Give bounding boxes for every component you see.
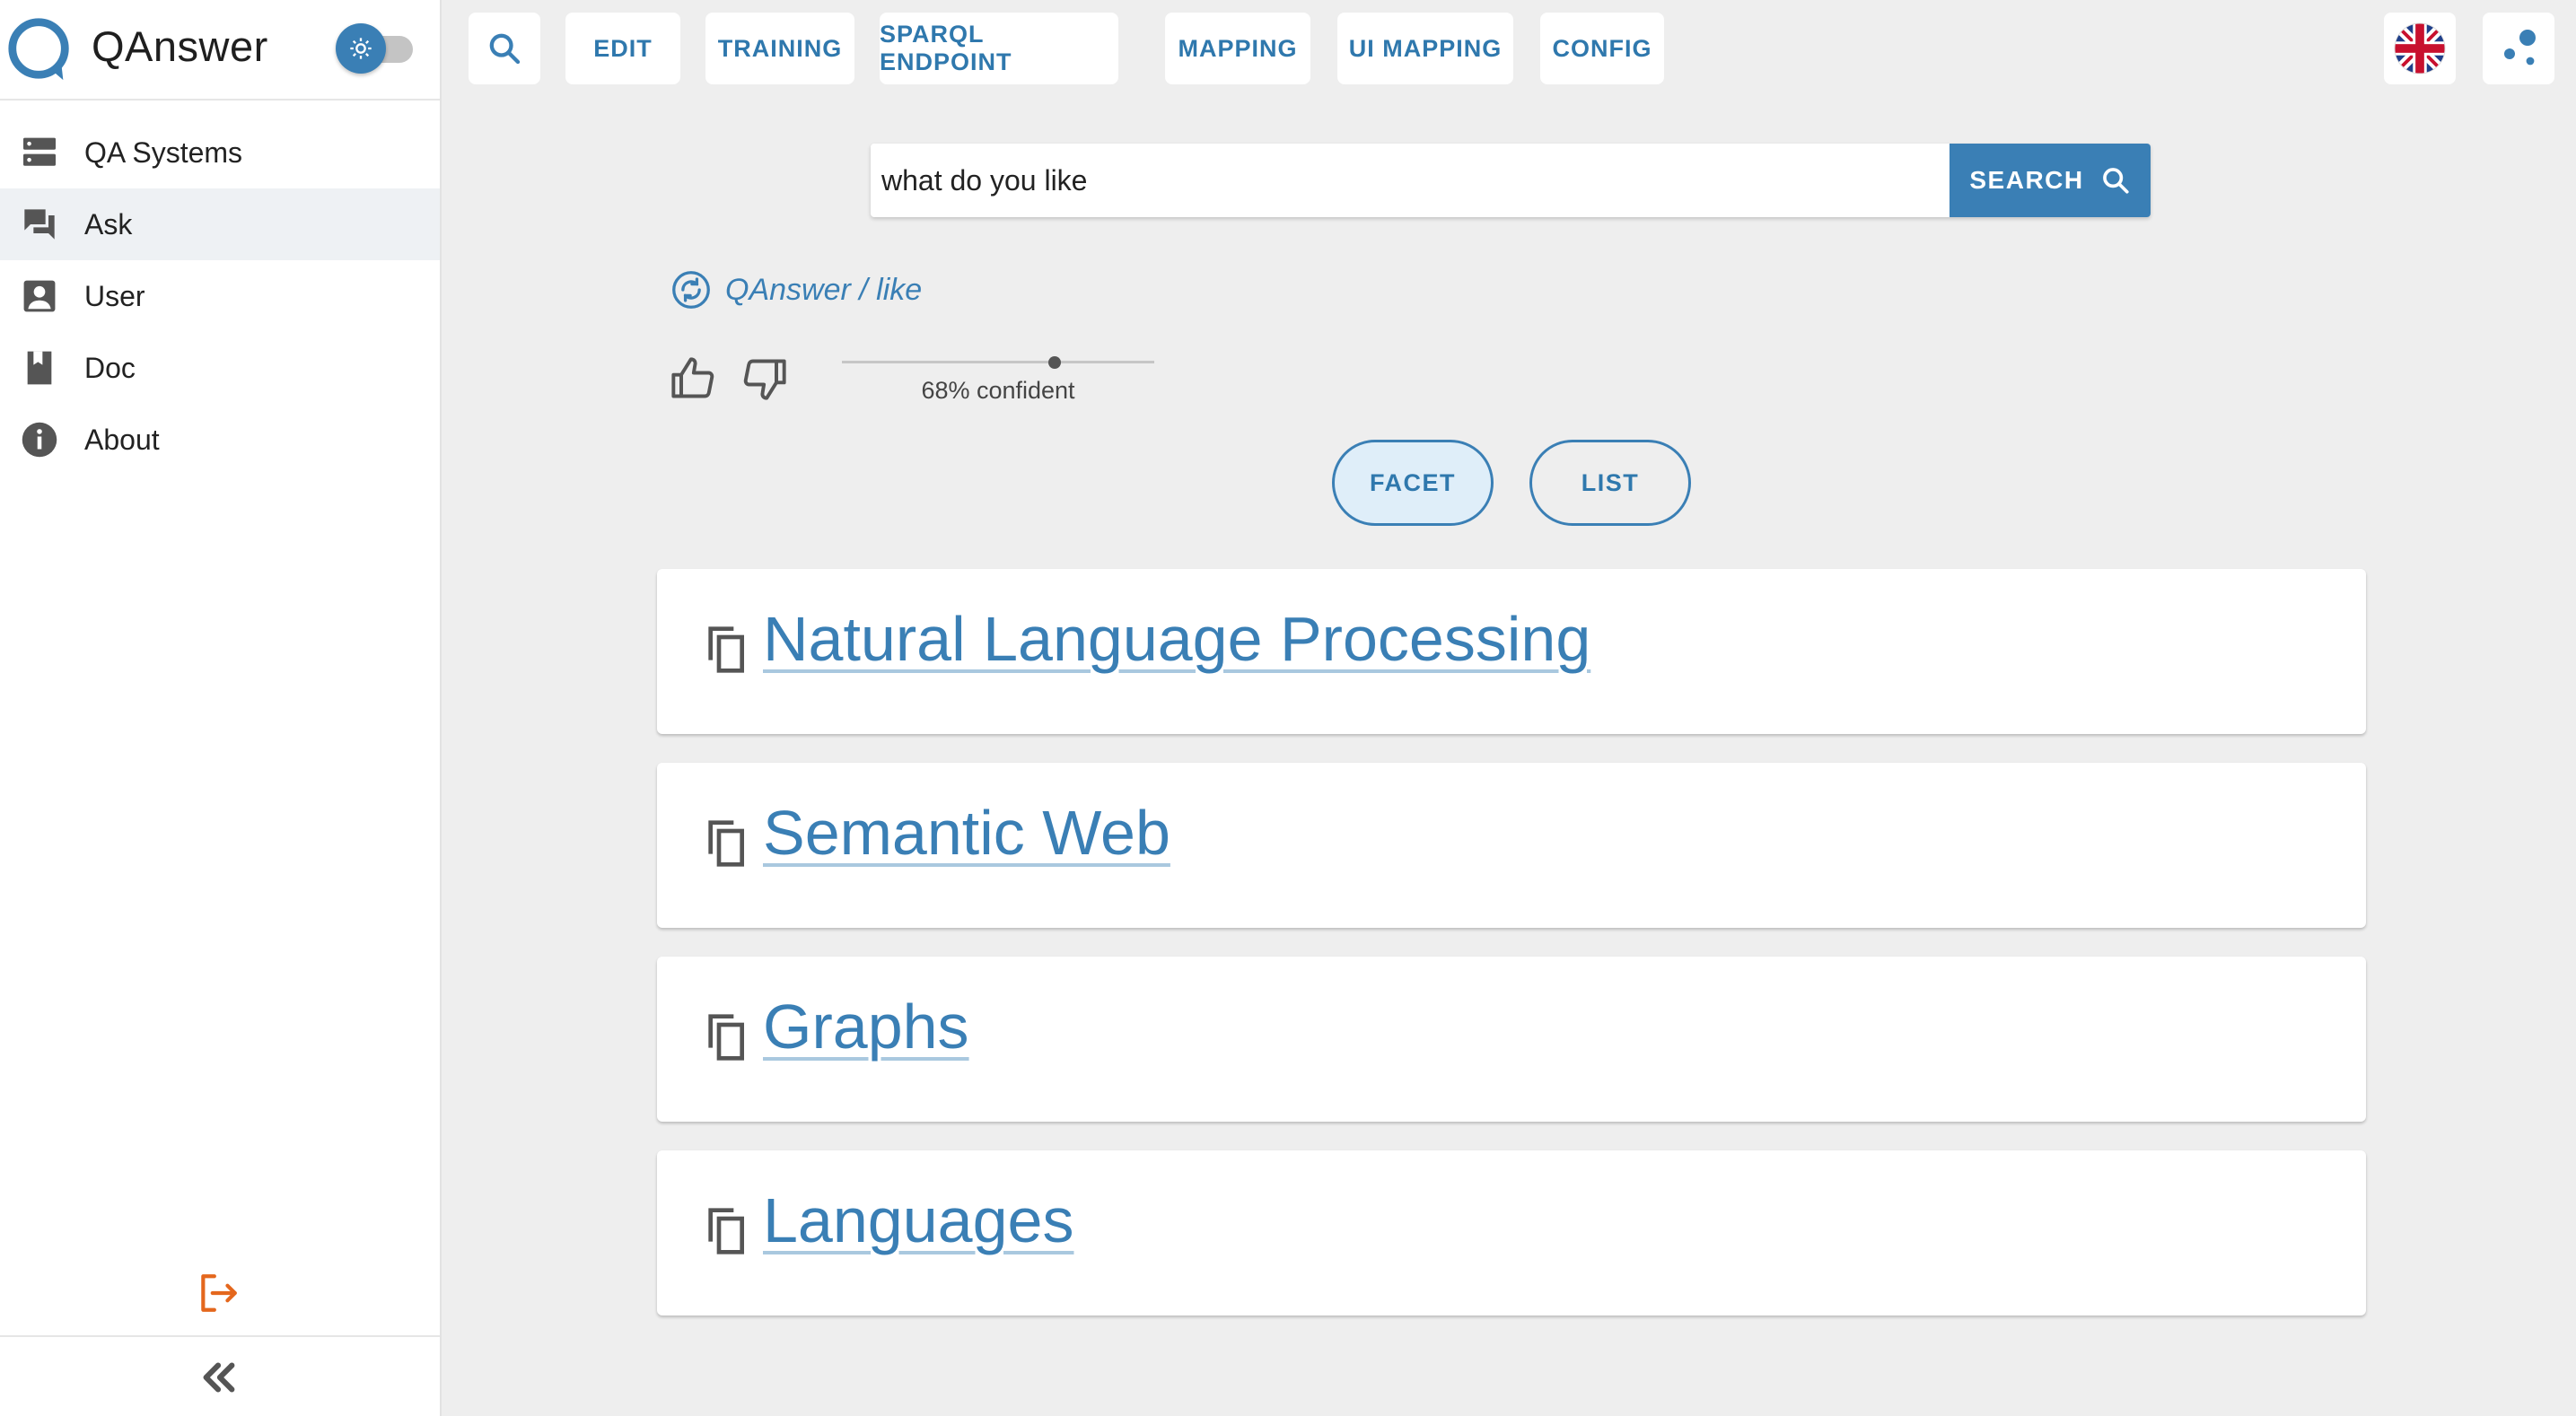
double-chevron-left-icon[interactable] bbox=[197, 1357, 239, 1398]
app-name: QAnswer bbox=[92, 22, 268, 70]
info-icon bbox=[20, 420, 59, 459]
thumbs-down-icon[interactable] bbox=[741, 355, 788, 402]
list-view-button[interactable]: LIST bbox=[1529, 440, 1691, 526]
tab-mapping[interactable]: MAPPING bbox=[1165, 13, 1310, 84]
sidebar-nav: QA Systems Ask User Doc About bbox=[0, 117, 440, 476]
result-card: Natural Language Processing bbox=[657, 569, 2366, 734]
copy-icon[interactable] bbox=[704, 625, 747, 675]
theme-toggle[interactable] bbox=[336, 22, 415, 74]
tab-sparql-endpoint[interactable]: SPARQL ENDPOINT bbox=[880, 13, 1118, 84]
search-button-label: SEARCH bbox=[1969, 166, 2084, 194]
search-toggle-button[interactable] bbox=[469, 13, 540, 84]
confidence-track bbox=[842, 361, 1154, 363]
sidebar-footer bbox=[0, 1335, 440, 1416]
sidebar-item-label: QA Systems bbox=[84, 135, 243, 169]
confidence-marker bbox=[1048, 356, 1061, 369]
result-link[interactable]: Natural Language Processing bbox=[763, 603, 1590, 675]
result-card: Graphs bbox=[657, 957, 2366, 1122]
uk-flag-icon bbox=[2394, 22, 2446, 74]
database-icon bbox=[20, 133, 59, 172]
confidence-meter: 68% confident bbox=[842, 354, 1154, 407]
sidebar-item-label: User bbox=[84, 279, 145, 312]
search-input[interactable] bbox=[871, 144, 1948, 217]
sidebar-item-about[interactable]: About bbox=[0, 404, 440, 476]
book-icon bbox=[20, 348, 59, 388]
user-icon bbox=[20, 276, 59, 316]
graph-view-button[interactable] bbox=[2483, 13, 2554, 84]
sidebar-item-user[interactable]: User bbox=[0, 260, 440, 332]
sync-icon bbox=[672, 271, 710, 309]
result-card: Semantic Web bbox=[657, 763, 2366, 928]
result-link[interactable]: Languages bbox=[763, 1184, 1073, 1256]
sidebar-item-label: Ask bbox=[84, 207, 133, 240]
sidebar-item-qa-systems[interactable]: QA Systems bbox=[0, 117, 440, 188]
answer-source-link[interactable]: QAnswer / like bbox=[671, 267, 922, 312]
search-icon bbox=[2102, 168, 2129, 194]
tab-edit[interactable]: EDIT bbox=[565, 13, 680, 84]
logout-icon[interactable] bbox=[196, 1271, 241, 1315]
search-button[interactable]: SEARCH bbox=[1950, 144, 2151, 217]
graph-dots-icon bbox=[2504, 30, 2536, 66]
brand-header: QAnswer bbox=[0, 0, 440, 101]
copy-icon[interactable] bbox=[704, 1206, 747, 1256]
sidebar-item-label: About bbox=[84, 423, 160, 456]
confidence-label: 68% confident bbox=[921, 377, 1075, 404]
result-card: Languages bbox=[657, 1150, 2366, 1315]
tab-training[interactable]: TRAINING bbox=[705, 13, 854, 84]
search-bar: SEARCH bbox=[871, 144, 2151, 217]
answer-source-text: QAnswer / like bbox=[725, 272, 923, 307]
copy-icon[interactable] bbox=[704, 818, 747, 869]
tab-config[interactable]: CONFIG bbox=[1540, 13, 1664, 84]
sidebar-item-doc[interactable]: Doc bbox=[0, 332, 440, 404]
facet-view-button[interactable]: FACET bbox=[1332, 440, 1494, 526]
qanswer-logo[interactable] bbox=[5, 13, 75, 84]
sidebar: QAnswer QA Systems Ask User Doc About bbox=[0, 0, 442, 1416]
toggle-knob bbox=[336, 23, 386, 74]
result-link[interactable]: Semantic Web bbox=[763, 797, 1170, 869]
tab-ui-mapping[interactable]: UI MAPPING bbox=[1337, 13, 1513, 84]
sidebar-item-ask[interactable]: Ask bbox=[0, 188, 440, 260]
sun-icon bbox=[350, 38, 372, 59]
sidebar-item-label: Doc bbox=[84, 351, 136, 384]
result-link[interactable]: Graphs bbox=[763, 991, 969, 1062]
chat-icon bbox=[20, 205, 59, 244]
search-icon bbox=[489, 33, 521, 65]
language-button[interactable] bbox=[2384, 13, 2456, 84]
thumbs-up-icon[interactable] bbox=[670, 355, 716, 402]
copy-icon[interactable] bbox=[704, 1012, 747, 1062]
